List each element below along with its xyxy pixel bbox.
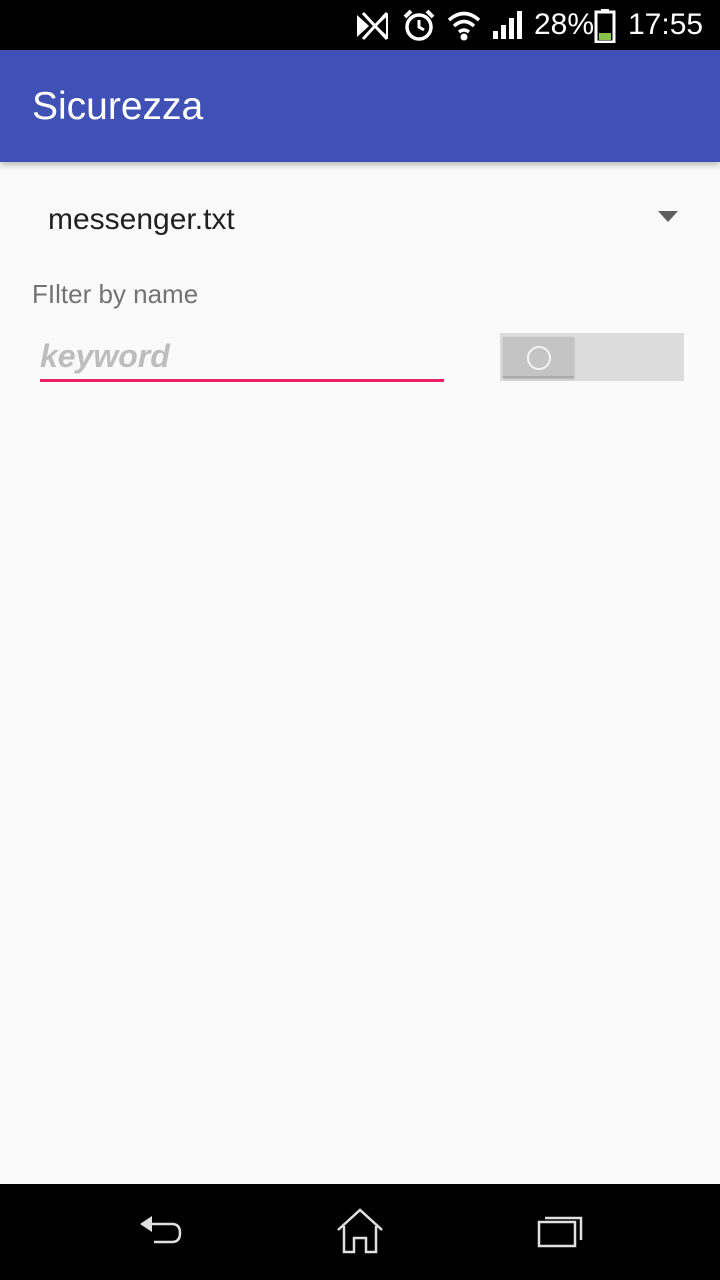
signal-icon [492,9,524,46]
home-icon [337,1208,383,1254]
battery-percentage: 28% [534,8,595,41]
main-content: messenger.txt FIlter by name [0,162,720,1184]
recents-icon [537,1216,583,1248]
toggle-thumb [503,337,574,378]
filter-toggle-switch[interactable] [500,333,684,381]
clock-time: 17:55 [628,8,704,41]
file-spinner[interactable]: messenger.txt [30,190,690,248]
home-button[interactable] [332,1204,388,1260]
filter-label: FIlter by name [32,279,199,309]
app-bar: Sicurezza [0,50,720,162]
battery-icon [594,9,616,48]
navigation-bar [0,1184,720,1280]
dropdown-arrow-icon [658,211,678,222]
nfc-icon [354,9,390,48]
recents-button[interactable] [532,1204,588,1260]
keyword-input[interactable] [40,334,444,382]
toggle-off-icon [527,346,551,370]
alarm-clock-icon [402,9,436,48]
spinner-selected-value: messenger.txt [48,203,235,236]
wifi-icon [446,9,482,46]
page-title: Sicurezza [32,85,204,128]
back-icon [140,1216,182,1244]
status-bar: 28% 17:55 [0,0,720,50]
back-button[interactable] [132,1204,188,1260]
